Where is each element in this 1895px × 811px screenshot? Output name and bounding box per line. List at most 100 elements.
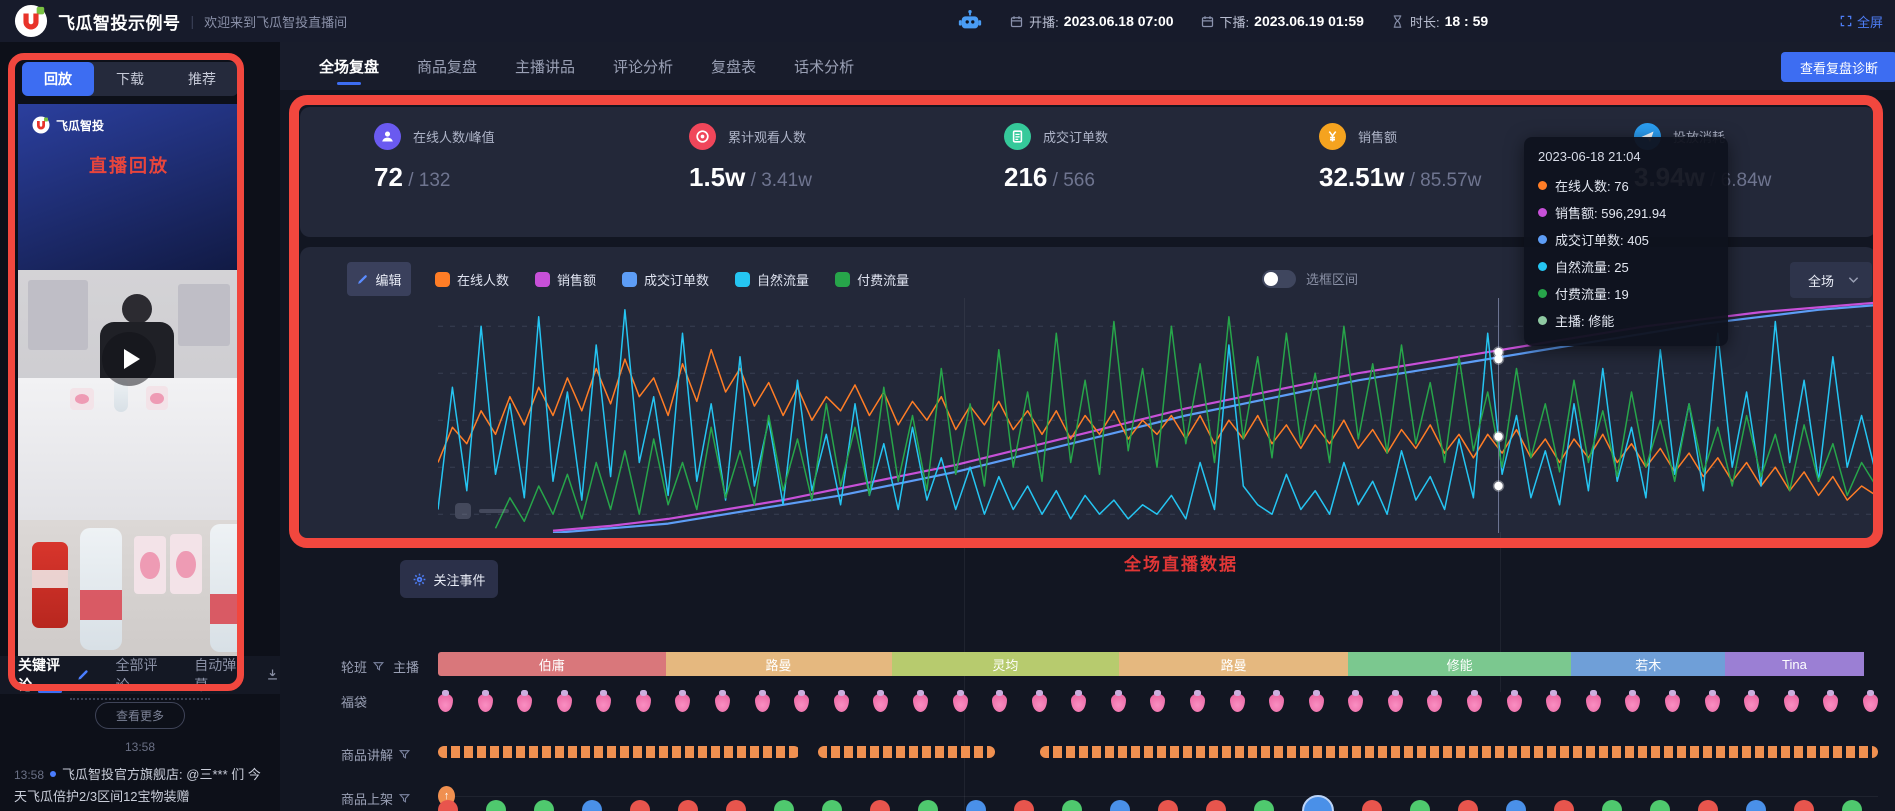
download-icon[interactable]	[265, 667, 280, 683]
tab-全场复盘[interactable]: 全场复盘	[319, 42, 379, 90]
event-dot[interactable]	[822, 800, 842, 811]
comment-tab-2[interactable]: 自动弹幕	[194, 655, 247, 695]
event-dot[interactable]	[1302, 795, 1334, 811]
event-dot[interactable]	[582, 800, 602, 811]
event-dot[interactable]	[1110, 800, 1130, 811]
event-dot[interactable]	[918, 800, 938, 811]
event-dot[interactable]	[534, 800, 554, 811]
event-dot[interactable]	[726, 800, 746, 811]
shift-segment-若木[interactable]: 若木	[1571, 652, 1725, 676]
explain-segment[interactable]	[438, 746, 800, 758]
shift-segment-灵均[interactable]: 灵均	[892, 652, 1120, 676]
follow-events-button[interactable]: 关注事件	[400, 560, 498, 598]
lucky-bag-icon[interactable]	[715, 694, 730, 712]
product-explain-timeline[interactable]	[438, 746, 1878, 758]
event-dot[interactable]	[1158, 800, 1178, 811]
player-tab-0[interactable]: 回放	[22, 62, 94, 96]
event-dot[interactable]	[1554, 800, 1574, 811]
event-dot[interactable]	[1746, 800, 1766, 811]
lucky-bag-icon[interactable]	[675, 694, 690, 712]
lucky-bag-icon[interactable]	[636, 694, 651, 712]
event-dot[interactable]	[630, 800, 650, 811]
player-tab-2[interactable]: 推荐	[166, 62, 238, 96]
shift-segment-Tina[interactable]: Tina	[1725, 652, 1863, 676]
play-button[interactable]	[102, 332, 156, 386]
lucky-bag-icon[interactable]	[1705, 694, 1720, 712]
lucky-bag-icon[interactable]	[1111, 694, 1126, 712]
view-more-button[interactable]: 查看更多	[95, 702, 185, 729]
legend-item-在线人数[interactable]: 在线人数	[435, 270, 509, 289]
lucky-bag-icon[interactable]	[438, 694, 453, 712]
event-dot[interactable]	[1254, 800, 1274, 811]
shift-segment-路曼[interactable]: 路曼	[1119, 652, 1348, 676]
event-dot[interactable]	[966, 800, 986, 811]
event-dot[interactable]	[678, 800, 698, 811]
lucky-bag-timeline[interactable]	[438, 686, 1878, 712]
lucky-bag-icon[interactable]	[1586, 694, 1601, 712]
lucky-bag-icon[interactable]	[1230, 694, 1245, 712]
event-marker-row[interactable]	[438, 800, 1895, 811]
lucky-bag-icon[interactable]	[1665, 694, 1680, 712]
lucky-bag-icon[interactable]	[1625, 694, 1640, 712]
tab-商品复盘[interactable]: 商品复盘	[417, 42, 477, 90]
lucky-bag-icon[interactable]	[873, 694, 888, 712]
legend-item-成交订单数[interactable]: 成交订单数	[622, 270, 709, 289]
tab-话术分析[interactable]: 话术分析	[794, 42, 854, 90]
lucky-bag-icon[interactable]	[1823, 694, 1838, 712]
fullscreen-button[interactable]: 全屏	[1839, 0, 1883, 42]
lucky-bag-icon[interactable]	[992, 694, 1007, 712]
lucky-bag-icon[interactable]	[1863, 694, 1878, 712]
lucky-bag-icon[interactable]	[913, 694, 928, 712]
explain-segment[interactable]	[1040, 746, 1878, 758]
lucky-bag-icon[interactable]	[1507, 694, 1522, 712]
event-dot[interactable]	[1062, 800, 1082, 811]
lucky-bag-icon[interactable]	[1190, 694, 1205, 712]
event-dot[interactable]	[486, 800, 506, 811]
lucky-bag-icon[interactable]	[1546, 694, 1561, 712]
event-dot[interactable]	[438, 800, 458, 811]
legend-item-自然流量[interactable]: 自然流量	[735, 270, 809, 289]
anchor-shift-bar[interactable]: 伯庸路曼灵均路曼修能若木Tina	[438, 652, 1878, 676]
legend-item-销售额[interactable]: 销售额	[535, 270, 596, 289]
lucky-bag-icon[interactable]	[1784, 694, 1799, 712]
event-dot[interactable]	[1014, 800, 1034, 811]
event-dot[interactable]	[870, 800, 890, 811]
event-dot[interactable]	[774, 800, 794, 811]
filter-icon[interactable]	[398, 792, 411, 805]
filter-icon[interactable]	[372, 660, 385, 673]
lucky-bag-icon[interactable]	[1309, 694, 1324, 712]
lucky-bag-icon[interactable]	[478, 694, 493, 712]
video-player[interactable]: 飞瓜智投 直播回放	[18, 104, 240, 656]
lucky-bag-icon[interactable]	[834, 694, 849, 712]
event-dot[interactable]	[1506, 800, 1526, 811]
player-tab-1[interactable]: 下载	[94, 62, 166, 96]
edit-metrics-button[interactable]: 编辑	[347, 262, 411, 296]
event-dot[interactable]	[1206, 800, 1226, 811]
event-dot[interactable]	[1842, 800, 1862, 811]
lucky-bag-icon[interactable]	[1071, 694, 1086, 712]
event-dot[interactable]	[1410, 800, 1430, 811]
lucky-bag-icon[interactable]	[755, 694, 770, 712]
lucky-bag-icon[interactable]	[1269, 694, 1284, 712]
event-dot[interactable]	[1794, 800, 1814, 811]
event-dot[interactable]	[1362, 800, 1382, 811]
lucky-bag-icon[interactable]	[1388, 694, 1403, 712]
event-dot[interactable]	[1698, 800, 1718, 811]
lucky-bag-icon[interactable]	[794, 694, 809, 712]
lucky-bag-icon[interactable]	[1032, 694, 1047, 712]
lucky-bag-icon[interactable]	[557, 694, 572, 712]
explain-segment[interactable]	[818, 746, 995, 758]
robot-icon[interactable]	[957, 8, 983, 34]
filter-icon[interactable]	[398, 748, 411, 761]
lucky-bag-icon[interactable]	[1467, 694, 1482, 712]
lucky-bag-icon[interactable]	[596, 694, 611, 712]
comment-item[interactable]: 13:58飞瓜智投官方旗舰店: @三*** 们 今天飞瓜倍护2/3区间12宝物装…	[14, 764, 272, 807]
lucky-bag-icon[interactable]	[517, 694, 532, 712]
tab-主播讲品[interactable]: 主播讲品	[515, 42, 575, 90]
tab-评论分析[interactable]: 评论分析	[613, 42, 673, 90]
shift-segment-伯庸[interactable]: 伯庸	[438, 652, 666, 676]
legend-item-付费流量[interactable]: 付费流量	[835, 270, 909, 289]
lucky-bag-icon[interactable]	[1427, 694, 1442, 712]
range-select-toggle[interactable]: 选框区间	[1262, 269, 1358, 288]
lucky-bag-icon[interactable]	[953, 694, 968, 712]
